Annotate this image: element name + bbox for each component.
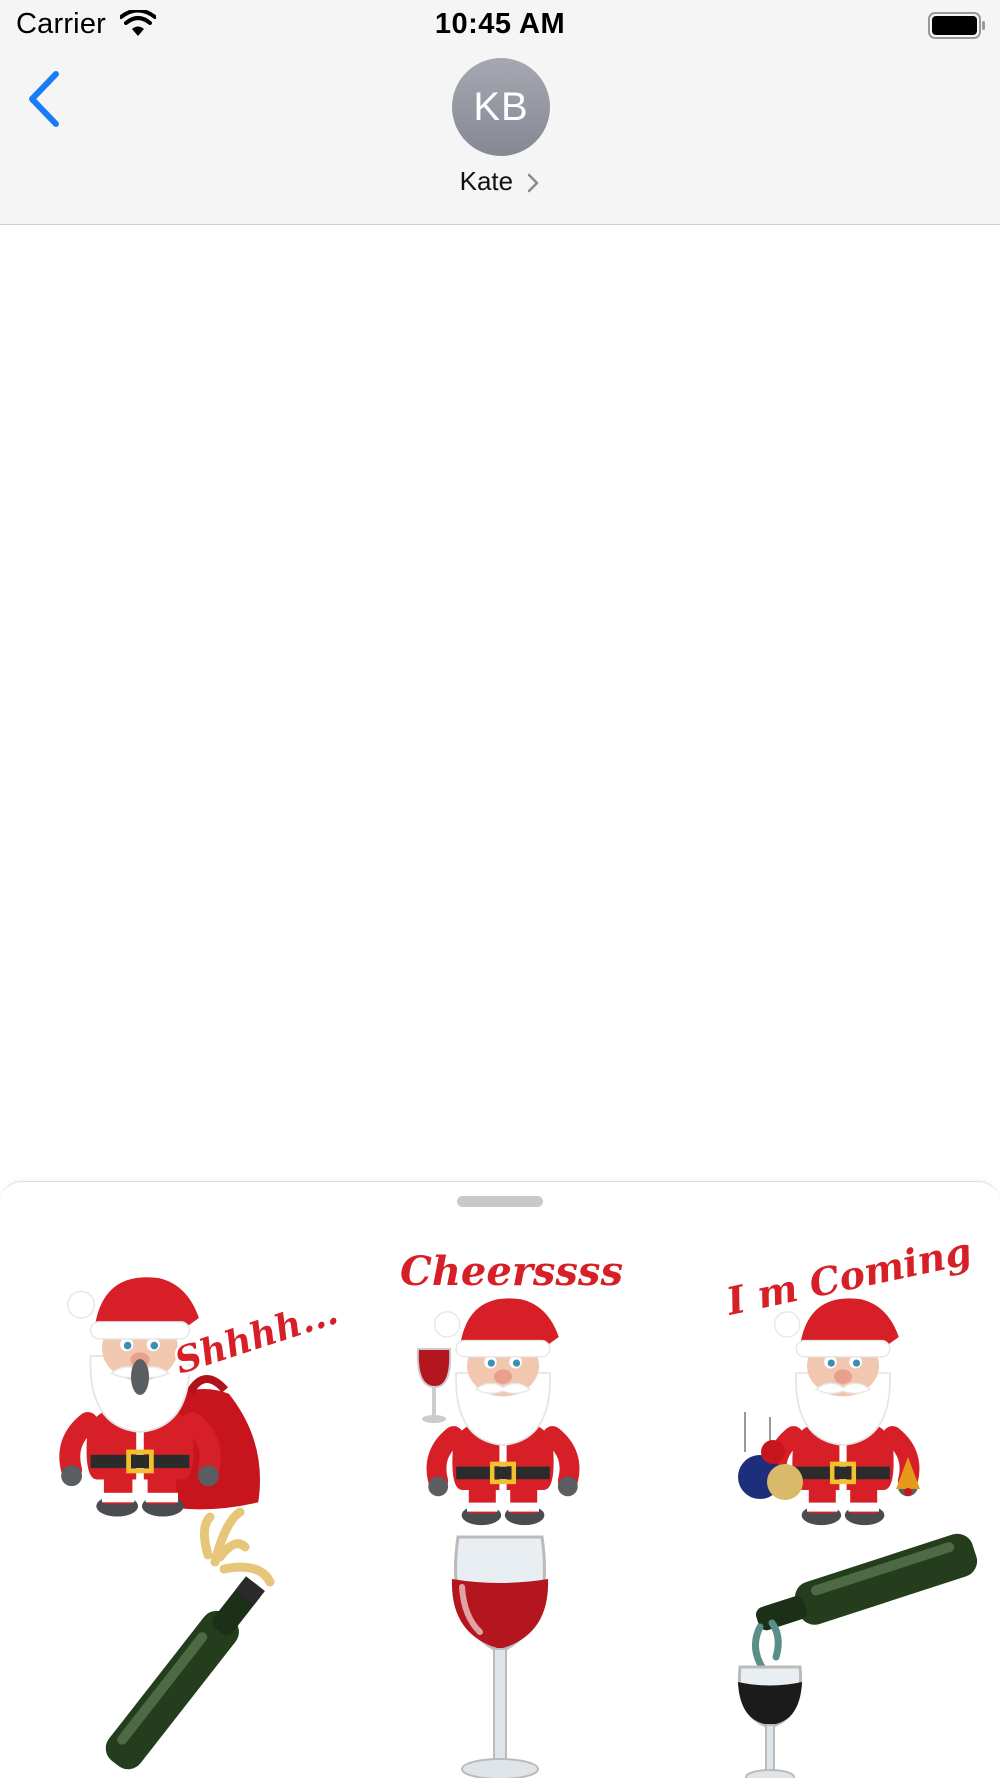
navigation-header: Carrier 10:45 AM KB Kate	[0, 0, 1000, 225]
wine-pour-sticker[interactable]	[680, 1517, 1000, 1778]
chevron-left-icon	[29, 71, 59, 127]
sticker-caption: Cheerssss	[400, 1248, 623, 1295]
santa-coming-sticker[interactable]: I m Coming	[680, 1226, 1000, 1517]
champagne-pop-sticker[interactable]	[30, 1507, 350, 1778]
sticker-drawer: Shhhh... Cheerssss I m Coming	[0, 1181, 1000, 1778]
conversation-area[interactable]	[0, 226, 1000, 1181]
status-time: 10:45 AM	[434, 8, 566, 40]
back-button[interactable]	[24, 68, 68, 130]
red-wine-glass-sticker[interactable]	[340, 1517, 660, 1778]
santa-shh-sticker[interactable]: Shhhh...	[25, 1242, 345, 1522]
avatar-initials: KB	[473, 84, 529, 129]
contact-name-button[interactable]: Kate	[0, 166, 1000, 197]
santa-cheers-sticker[interactable]: Cheerssss	[340, 1237, 660, 1517]
contact-avatar[interactable]: KB	[452, 58, 550, 156]
battery-full-icon	[928, 12, 985, 39]
sticker-caption: Shhhh...	[170, 1291, 343, 1383]
chevron-right-icon	[528, 173, 539, 193]
drawer-grabber[interactable]	[457, 1196, 543, 1207]
contact-name: Kate	[459, 166, 514, 196]
